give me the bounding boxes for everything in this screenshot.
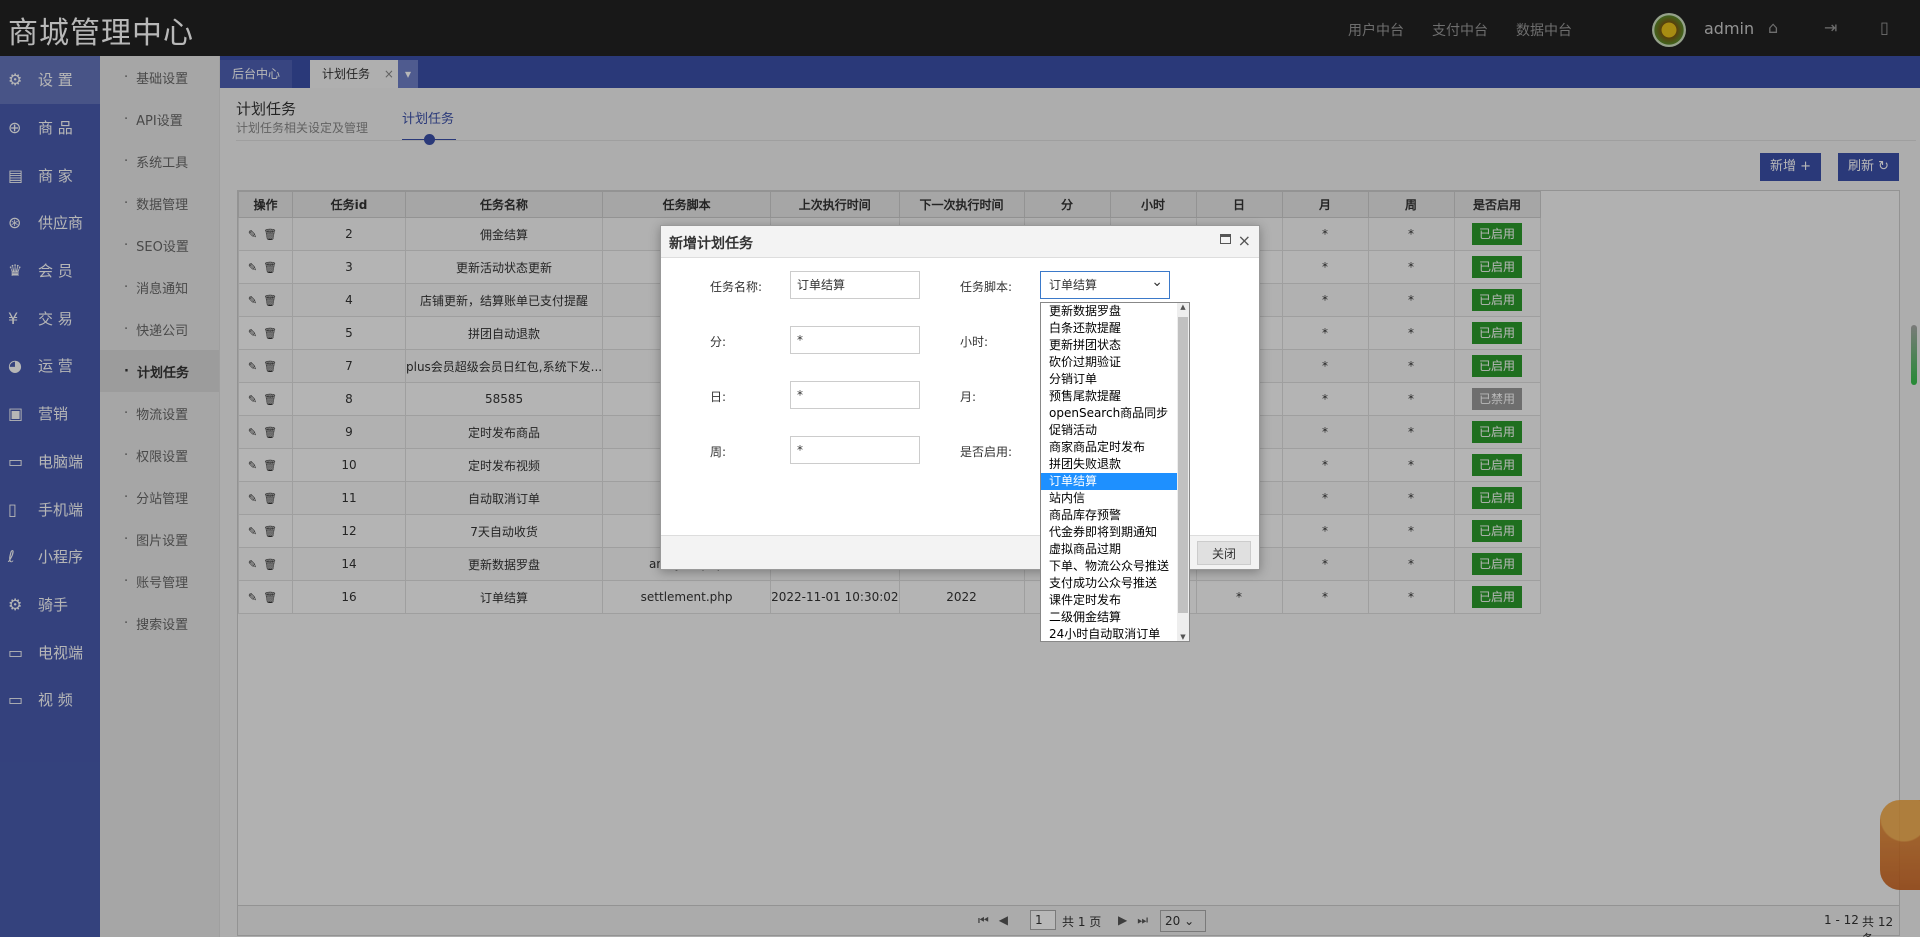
task-name-input[interactable]: 订单结算	[790, 271, 920, 299]
dropdown-option[interactable]: 二级佣金结算	[1041, 609, 1178, 626]
dropdown-option[interactable]: 课件定时发布	[1041, 592, 1178, 609]
task-name-label: 任务名称:	[710, 280, 763, 294]
day-input[interactable]: *	[790, 381, 920, 409]
dropdown-option[interactable]: 白条还款提醒	[1041, 320, 1178, 337]
dropdown-option[interactable]: 砍价过期验证	[1041, 354, 1178, 371]
script-dropdown-list: 更新数据罗盘 白条还款提醒 更新拼团状态 砍价过期验证 分销订单 预售尾款提醒 openSe…	[1040, 302, 1190, 642]
dropdown-option[interactable]: 下单、物流公众号推送	[1041, 558, 1178, 575]
task-script-label: 任务脚本:	[960, 280, 1013, 294]
close-button[interactable]: 关闭	[1196, 541, 1251, 565]
dropdown-option[interactable]: 拼团失败退款	[1041, 456, 1178, 473]
scrollbar-thumb[interactable]	[1178, 317, 1188, 613]
dropdown-option[interactable]: 虚拟商品过期	[1041, 541, 1178, 558]
dropdown-option[interactable]: 24小时自动取消订单	[1041, 626, 1178, 643]
month-label: 月:	[960, 390, 977, 404]
task-script-select[interactable]: 订单结算	[1040, 269, 1170, 299]
dropdown-option[interactable]: 站内信	[1041, 490, 1178, 507]
dropdown-option[interactable]: 更新数据罗盘	[1041, 303, 1178, 320]
scroll-down-icon[interactable]: ▼	[1177, 633, 1189, 641]
week-input[interactable]: *	[790, 436, 920, 464]
hour-label: 小时:	[960, 335, 989, 349]
enable-label: 是否启用:	[960, 445, 1013, 459]
dropdown-option[interactable]: 分销订单	[1041, 371, 1178, 388]
dropdown-option[interactable]: 代金券即将到期通知	[1041, 524, 1178, 541]
minute-input[interactable]: *	[790, 326, 920, 354]
dropdown-option[interactable]: 预售尾款提醒	[1041, 388, 1178, 405]
week-label: 周:	[710, 445, 727, 459]
dialog-header: 新增计划任务 ×	[661, 226, 1259, 258]
dropdown-option[interactable]: 支付成功公众号推送	[1041, 575, 1178, 592]
dropdown-option[interactable]: 促销活动	[1041, 422, 1178, 439]
dropdown-option[interactable]: 更新拼团状态	[1041, 337, 1178, 354]
maximize-icon[interactable]	[1220, 234, 1231, 244]
dropdown-scrollbar[interactable]: ▲ ▼	[1177, 303, 1189, 641]
day-label: 日:	[710, 390, 727, 404]
close-icon[interactable]: ×	[1238, 231, 1251, 250]
dropdown-option[interactable]: 商家商品定时发布	[1041, 439, 1178, 456]
dropdown-option[interactable]: 订单结算	[1041, 473, 1178, 490]
dropdown-option[interactable]: 商品库存预警	[1041, 507, 1178, 524]
dropdown-option[interactable]: openSearch商品同步	[1041, 405, 1178, 422]
dialog-title: 新增计划任务	[669, 236, 753, 252]
scroll-up-icon[interactable]: ▲	[1177, 303, 1189, 311]
minute-label: 分:	[710, 335, 727, 349]
